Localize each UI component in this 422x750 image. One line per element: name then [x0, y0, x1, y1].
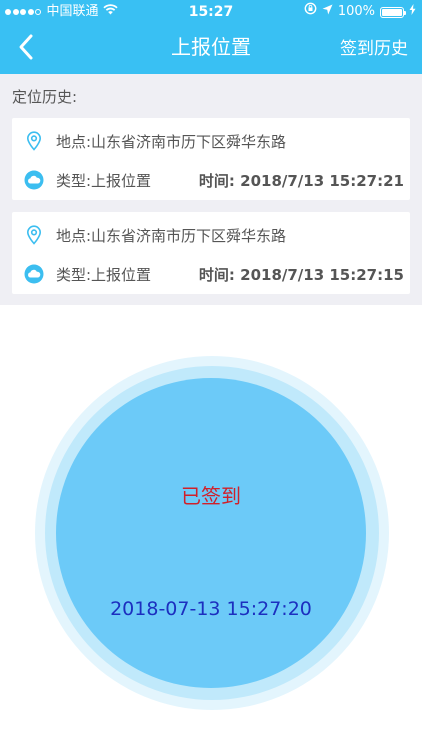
record-info-row: 类型:上报位置 时间: 2018/7/13 15:27:15 [12, 261, 410, 287]
lock-rotation-icon [304, 0, 317, 24]
status-bar: 中国联通 15:27 100% [0, 0, 422, 24]
location-arrow-icon [322, 0, 333, 24]
charging-icon [409, 0, 416, 24]
history-label: 定位历史: [12, 88, 78, 106]
record-location-row: 地点:山东省济南市历下区舜华东路 [12, 222, 410, 248]
battery-icon [380, 6, 406, 18]
record-location-row: 地点:山东省济南市历下区舜华东路 [12, 128, 410, 154]
cloud-icon [24, 170, 44, 190]
status-right: 100% [299, 0, 416, 24]
record-location: 地点:山东省济南市历下区舜华东路 [56, 132, 287, 151]
location-pin-icon [24, 131, 44, 151]
history-record[interactable]: 地点:山东省济南市历下区舜华东路 类型:上报位置 时间: 2018/7/13 1… [12, 118, 410, 200]
checkin-datetime: 2018-07-13 15:27:20 [110, 598, 312, 620]
record-type: 类型:上报位置 [56, 171, 152, 190]
checkin-button[interactable]: 已签到 2018-07-13 15:27:20 [56, 378, 366, 688]
battery-percent: 100% [337, 4, 375, 19]
history-record[interactable]: 地点:山东省济南市历下区舜华东路 类型:上报位置 时间: 2018/7/13 1… [12, 212, 410, 294]
checkin-status: 已签到 [181, 484, 241, 508]
cloud-icon [24, 264, 44, 284]
record-time: 时间: 2018/7/13 15:27:15 [198, 265, 404, 284]
navbar: 上报位置 签到历史 [0, 24, 422, 70]
record-info-row: 类型:上报位置 时间: 2018/7/13 15:27:21 [12, 167, 410, 193]
record-location: 地点:山东省济南市历下区舜华东路 [56, 226, 287, 245]
location-history-section: 定位历史: 地点:山东省济南市历下区舜华东路 类型:上报位置 时间: 2018/… [0, 74, 422, 305]
record-type: 类型:上报位置 [56, 265, 152, 284]
header: 中国联通 15:27 100% 上报位置 签到历史 [0, 0, 422, 74]
location-pin-icon [24, 225, 44, 245]
checkin-history-button[interactable]: 签到历史 [340, 24, 408, 70]
record-time: 时间: 2018/7/13 15:27:21 [198, 171, 404, 190]
